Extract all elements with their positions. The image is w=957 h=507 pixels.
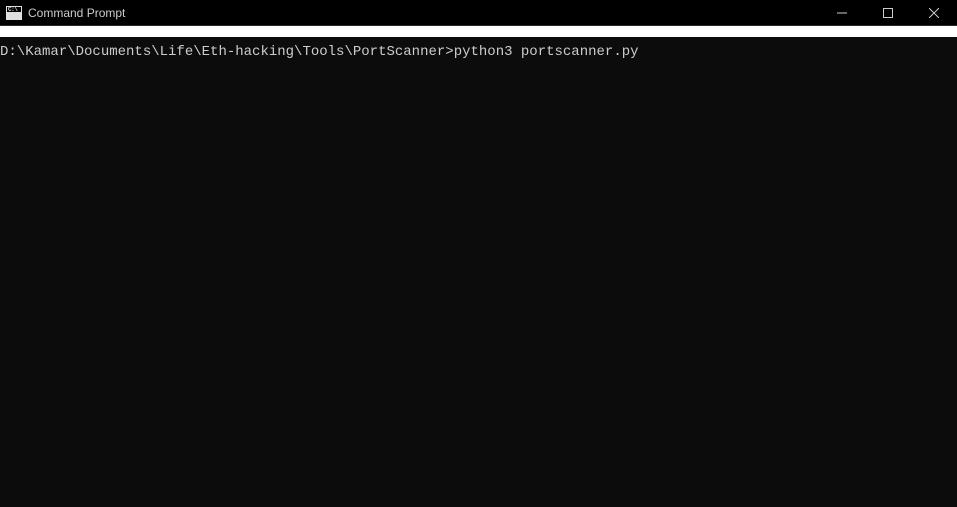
close-button[interactable] — [911, 0, 957, 25]
cmd-icon: C:\ — [6, 6, 22, 20]
prompt-path: :\Kamar\Documents\Life\Eth-hacking\Tools… — [8, 44, 453, 60]
maximize-button[interactable] — [865, 0, 911, 25]
maximize-icon — [883, 8, 893, 18]
prompt-line: D:\Kamar\Documents\Life\Eth-hacking\Tool… — [0, 44, 639, 60]
prompt-command: python3 portscanner.py — [454, 44, 639, 60]
window-title: Command Prompt — [28, 6, 819, 20]
title-bar: C:\ Command Prompt — [0, 0, 957, 26]
close-icon — [929, 8, 939, 18]
separator-line — [0, 26, 957, 37]
window-controls — [819, 0, 957, 25]
minimize-icon — [837, 8, 847, 18]
minimize-button[interactable] — [819, 0, 865, 25]
terminal-output[interactable]: D:\Kamar\Documents\Life\Eth-hacking\Tool… — [0, 37, 957, 61]
cmd-icon-inner: C:\ — [7, 7, 21, 12]
